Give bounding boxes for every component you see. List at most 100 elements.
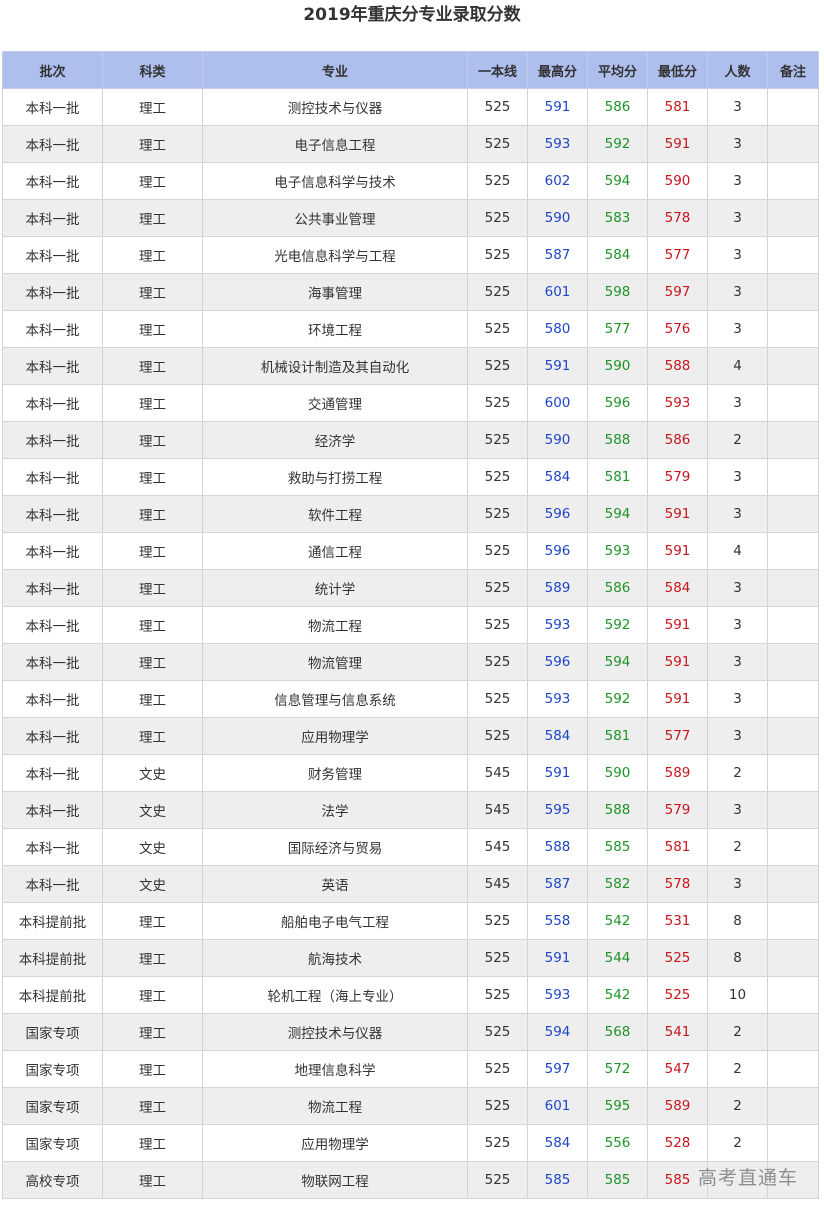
cell-major: 信息管理与信息系统	[202, 680, 468, 718]
table-row: 本科一批 理工 海事管理 525 601 598 597 3	[2, 273, 819, 311]
table-row: 本科一批 理工 物流管理 525 596 594 591 3	[2, 643, 819, 681]
table-row: 本科一批 理工 救助与打捞工程 525 584 581 579 3	[2, 458, 819, 496]
cell-max: 600	[527, 384, 588, 422]
cell-max: 584	[527, 458, 588, 496]
table-row: 国家专项 理工 物流工程 525 601 595 589 2	[2, 1087, 819, 1125]
cell-major: 公共事业管理	[202, 199, 468, 237]
table-row: 本科一批 理工 经济学 525 590 588 586 2	[2, 421, 819, 459]
cell-note	[767, 1013, 819, 1051]
header-min: 最低分	[647, 51, 708, 89]
cell-avg: 572	[587, 1050, 648, 1088]
cell-count: 2	[707, 1013, 768, 1051]
cell-category: 理工	[102, 1050, 203, 1088]
cell-count: 3	[707, 273, 768, 311]
cell-min: 589	[647, 754, 708, 792]
table-row: 本科一批 理工 软件工程 525 596 594 591 3	[2, 495, 819, 533]
cell-batch: 国家专项	[2, 1124, 103, 1162]
cell-avg: 585	[587, 1161, 648, 1199]
cell-category: 理工	[102, 273, 203, 311]
cell-min: 591	[647, 125, 708, 163]
table-row: 本科一批 理工 光电信息科学与工程 525 587 584 577 3	[2, 236, 819, 274]
table-row: 国家专项 理工 应用物理学 525 584 556 528 2	[2, 1124, 819, 1162]
cell-major: 地理信息科学	[202, 1050, 468, 1088]
cell-major: 国际经济与贸易	[202, 828, 468, 866]
cell-batch: 本科一批	[2, 199, 103, 237]
cell-count: 3	[707, 310, 768, 348]
cell-batch: 本科提前批	[2, 902, 103, 940]
cell-avg: 586	[587, 569, 648, 607]
cell-avg: 568	[587, 1013, 648, 1051]
cell-avg: 588	[587, 791, 648, 829]
cell-major: 航海技术	[202, 939, 468, 977]
cell-batch: 本科一批	[2, 754, 103, 792]
cell-note	[767, 199, 819, 237]
cell-line: 525	[467, 1161, 528, 1199]
cell-avg: 594	[587, 643, 648, 681]
table-header-row: 批次 科类 专业 一本线 最高分 平均分 最低分 人数 备注	[2, 51, 819, 89]
table-row: 国家专项 理工 测控技术与仪器 525 594 568 541 2	[2, 1013, 819, 1051]
cell-batch: 本科一批	[2, 273, 103, 311]
table-row: 本科一批 理工 交通管理 525 600 596 593 3	[2, 384, 819, 422]
table-row: 本科提前批 理工 船舶电子电气工程 525 558 542 531 8	[2, 902, 819, 940]
cell-batch: 国家专项	[2, 1050, 103, 1088]
cell-line: 525	[467, 236, 528, 274]
table-row: 本科一批 文史 国际经济与贸易 545 588 585 581 2	[2, 828, 819, 866]
cell-batch: 国家专项	[2, 1087, 103, 1125]
table-row: 本科一批 理工 应用物理学 525 584 581 577 3	[2, 717, 819, 755]
cell-line: 525	[467, 199, 528, 237]
cell-note	[767, 976, 819, 1014]
cell-batch: 本科提前批	[2, 939, 103, 977]
cell-line: 525	[467, 384, 528, 422]
cell-line: 525	[467, 1013, 528, 1051]
cell-avg: 577	[587, 310, 648, 348]
table-row: 国家专项 理工 地理信息科学 525 597 572 547 2	[2, 1050, 819, 1088]
cell-category: 理工	[102, 939, 203, 977]
cell-major: 轮机工程（海上专业）	[202, 976, 468, 1014]
cell-category: 文史	[102, 791, 203, 829]
cell-note	[767, 680, 819, 718]
header-note: 备注	[767, 51, 819, 89]
cell-major: 财务管理	[202, 754, 468, 792]
cell-major: 应用物理学	[202, 1124, 468, 1162]
cell-batch: 本科一批	[2, 495, 103, 533]
table-row: 本科一批 文史 英语 545 587 582 578 3	[2, 865, 819, 903]
cell-count: 2	[707, 1124, 768, 1162]
cell-count: 3	[707, 865, 768, 903]
cell-line: 525	[467, 1050, 528, 1088]
cell-batch: 本科一批	[2, 310, 103, 348]
cell-note	[767, 347, 819, 385]
cell-max: 585	[527, 1161, 588, 1199]
page-title: 2019年重庆分专业录取分数	[303, 5, 521, 25]
cell-major: 应用物理学	[202, 717, 468, 755]
cell-major: 物联网工程	[202, 1161, 468, 1199]
table-row: 本科一批 理工 机械设计制造及其自动化 525 591 590 588 4	[2, 347, 819, 385]
cell-count: 3	[707, 162, 768, 200]
cell-major: 英语	[202, 865, 468, 903]
cell-category: 理工	[102, 606, 203, 644]
cell-avg: 542	[587, 902, 648, 940]
cell-category: 理工	[102, 902, 203, 940]
cell-note	[767, 532, 819, 570]
cell-line: 525	[467, 717, 528, 755]
cell-count: 3	[707, 236, 768, 274]
cell-line: 525	[467, 902, 528, 940]
cell-note	[767, 939, 819, 977]
cell-line: 525	[467, 458, 528, 496]
cell-count: 3	[707, 458, 768, 496]
cell-count: 2	[707, 828, 768, 866]
cell-min: 581	[647, 88, 708, 126]
cell-note	[767, 865, 819, 903]
cell-note	[767, 88, 819, 126]
header-line: 一本线	[467, 51, 528, 89]
admission-scores-table: 批次 科类 专业 一本线 最高分 平均分 最低分 人数 备注 本科一批 理工 测控技…	[2, 51, 819, 1199]
cell-batch: 本科一批	[2, 384, 103, 422]
cell-note	[767, 236, 819, 274]
header-major: 专业	[202, 51, 468, 89]
cell-max: 593	[527, 976, 588, 1014]
cell-count: 10	[707, 976, 768, 1014]
cell-count: 4	[707, 347, 768, 385]
cell-min: 579	[647, 791, 708, 829]
cell-batch: 本科一批	[2, 643, 103, 681]
cell-category: 理工	[102, 347, 203, 385]
cell-line: 525	[467, 569, 528, 607]
